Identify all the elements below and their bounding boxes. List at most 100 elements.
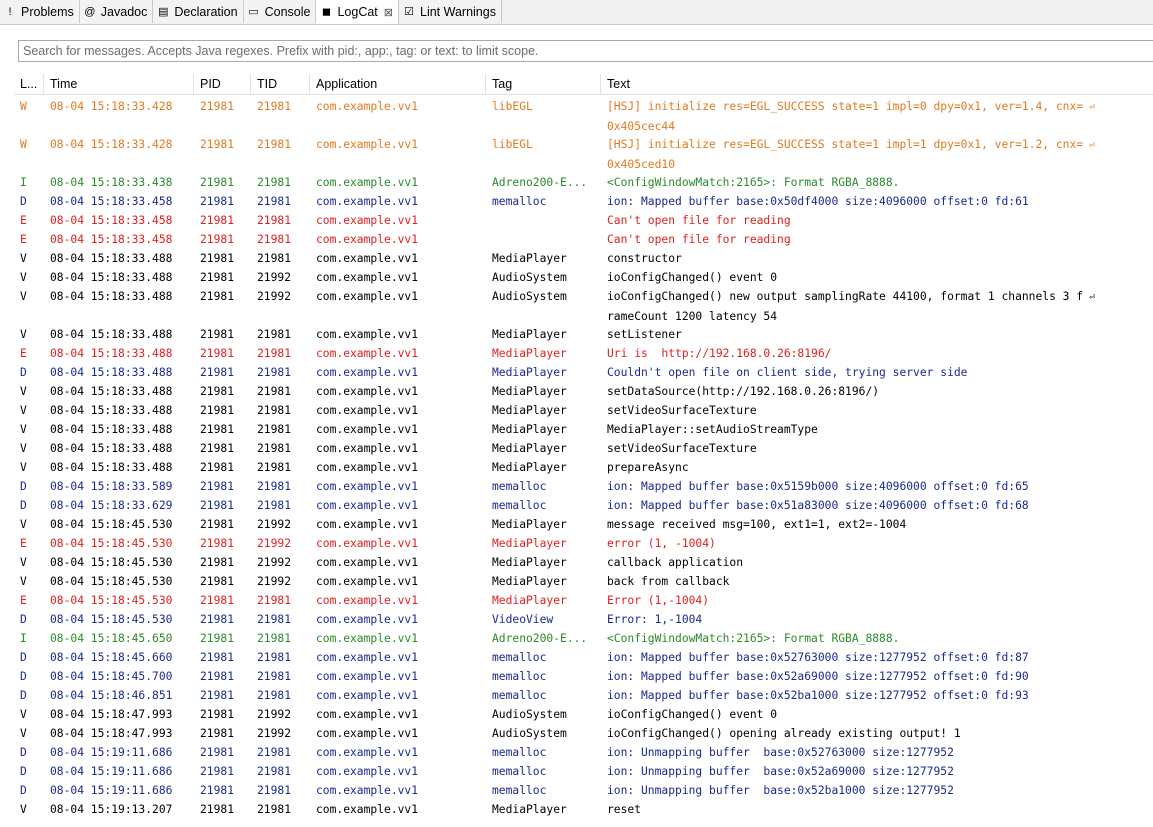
table-row[interactable]: D 08-04 15:18:33.629 21981 21981 com.example…: [14, 496, 1153, 515]
cell-time: 08-04 15:18:33.458: [50, 214, 173, 227]
search-input[interactable]: [18, 40, 1153, 62]
cell-text-line: setVideoSurfaceTexture: [607, 442, 757, 455]
line-wrap-icon: ⏎: [1089, 292, 1096, 303]
cell-time: 08-04 15:18:33.428: [50, 138, 173, 151]
cell-level: D: [20, 765, 27, 778]
table-row[interactable]: E 08-04 15:18:33.458 21981 21981 com.example…: [14, 211, 1153, 230]
cell-tid: 21981: [257, 176, 292, 189]
column-header-tag[interactable]: Tag: [486, 74, 601, 94]
cell-tag: Adreno200-E...: [492, 176, 588, 189]
cell-tag: memalloc: [492, 765, 547, 778]
cell-application: com.example.vv1: [316, 461, 419, 474]
cell-text-line: setVideoSurfaceTexture: [607, 404, 757, 417]
table-row[interactable]: V 08-04 15:18:33.488 21981 21981 com.example…: [14, 458, 1153, 477]
cell-level: D: [20, 366, 27, 379]
cell-application: com.example.vv1: [316, 252, 419, 265]
cell-application: com.example.vv1: [316, 727, 419, 740]
table-row[interactable]: V 08-04 15:18:33.488 21981 21981 com.example…: [14, 382, 1153, 401]
tab-lint-warnings[interactable]: ☑ Lint Warnings: [399, 0, 502, 23]
cell-pid: 21981: [200, 176, 235, 189]
cell-application: com.example.vv1: [316, 328, 419, 341]
table-row[interactable]: V 08-04 15:18:45.530 21981 21992 com.example…: [14, 572, 1153, 591]
cell-time: 08-04 15:19:13.207: [50, 803, 173, 816]
table-row[interactable]: E 08-04 15:18:33.488 21981 21981 com.example…: [14, 344, 1153, 363]
cell-time: 08-04 15:18:33.488: [50, 290, 173, 303]
cell-text: back from callback: [607, 572, 729, 591]
column-header-level[interactable]: L...: [14, 74, 44, 94]
table-row[interactable]: E 08-04 15:18:33.458 21981 21981 com.example…: [14, 230, 1153, 249]
close-icon[interactable]: ⊠: [384, 6, 393, 19]
table-row[interactable]: V 08-04 15:18:33.488 21981 21981 com.example…: [14, 249, 1153, 268]
cell-text-line: Can't open file for reading: [607, 214, 791, 227]
table-row[interactable]: D 08-04 15:18:33.488 21981 21981 com.example…: [14, 363, 1153, 382]
table-row[interactable]: D 08-04 15:19:11.686 21981 21981 com.example…: [14, 743, 1153, 762]
tab-logcat[interactable]: ◼ LogCat ⊠: [316, 0, 399, 24]
table-row[interactable]: V 08-04 15:18:47.993 21981 21992 com.example…: [14, 705, 1153, 724]
table-row[interactable]: V 08-04 15:18:33.488 21981 21981 com.example…: [14, 420, 1153, 439]
column-header-text[interactable]: Text: [601, 74, 1153, 94]
cell-tag: MediaPlayer: [492, 556, 567, 569]
tab-console[interactable]: ▭ Console: [243, 0, 317, 23]
table-row[interactable]: I 08-04 15:18:33.438 21981 21981 com.example…: [14, 173, 1153, 192]
cell-tag: MediaPlayer: [492, 366, 567, 379]
cell-text-line: ioConfigChanged() event 0: [607, 271, 778, 284]
cell-application: com.example.vv1: [316, 499, 419, 512]
column-header-application[interactable]: Application: [310, 74, 486, 94]
javadoc-icon: @: [84, 5, 96, 18]
table-row[interactable]: W 08-04 15:18:33.428 21981 21981 com.example…: [14, 97, 1153, 135]
cell-text-continuation: 0x405cec44: [607, 120, 676, 133]
cell-pid: 21981: [200, 784, 235, 797]
table-row[interactable]: E 08-04 15:18:45.530 21981 21992 com.example…: [14, 534, 1153, 553]
cell-text-line: message received msg=100, ext1=1, ext2=-…: [607, 518, 907, 531]
cell-application: com.example.vv1: [316, 537, 419, 550]
column-header-time[interactable]: Time: [44, 74, 194, 94]
cell-text-line: ion: Mapped buffer base:0x52a69000 size:…: [607, 670, 1029, 683]
table-row[interactable]: V 08-04 15:18:33.488 21981 21992 com.example…: [14, 287, 1153, 325]
column-header-tid[interactable]: TID: [251, 74, 310, 94]
cell-application: com.example.vv1: [316, 575, 419, 588]
cell-tag: MediaPlayer: [492, 252, 567, 265]
table-row[interactable]: V 08-04 15:18:47.993 21981 21992 com.example…: [14, 724, 1153, 743]
table-row[interactable]: D 08-04 15:18:45.700 21981 21981 com.example…: [14, 667, 1153, 686]
table-row[interactable]: D 08-04 15:18:33.589 21981 21981 com.example…: [14, 477, 1153, 496]
table-row[interactable]: V 08-04 15:18:33.488 21981 21981 com.example…: [14, 401, 1153, 420]
cell-tid: 21981: [257, 442, 292, 455]
cell-text: ion: Mapped buffer base:0x5159b000 size:…: [607, 477, 1029, 496]
table-row[interactable]: D 08-04 15:18:33.458 21981 21981 com.example…: [14, 192, 1153, 211]
cell-tag: memalloc: [492, 784, 547, 797]
table-row[interactable]: V 08-04 15:18:45.530 21981 21992 com.example…: [14, 553, 1153, 572]
log-message-table[interactable]: W 08-04 15:18:33.428 21981 21981 com.example…: [14, 97, 1153, 819]
console-icon: ▭: [248, 5, 259, 18]
table-row[interactable]: V 08-04 15:19:13.207 21981 21981 com.example…: [14, 800, 1153, 819]
table-row[interactable]: D 08-04 15:18:46.851 21981 21981 com.example…: [14, 686, 1153, 705]
table-row[interactable]: V 08-04 15:18:45.530 21981 21992 com.example…: [14, 515, 1153, 534]
table-row[interactable]: D 08-04 15:18:45.530 21981 21981 com.example…: [14, 610, 1153, 629]
table-row[interactable]: V 08-04 15:18:33.488 21981 21992 com.example…: [14, 268, 1153, 287]
cell-tag: MediaPlayer: [492, 404, 567, 417]
cell-text-line: ion: Unmapping buffer base:0x52763000 si…: [607, 746, 954, 759]
table-row[interactable]: D 08-04 15:18:45.660 21981 21981 com.example…: [14, 648, 1153, 667]
tab-javadoc[interactable]: @ Javadoc: [79, 0, 154, 23]
table-row[interactable]: D 08-04 15:19:11.686 21981 21981 com.example…: [14, 762, 1153, 781]
table-row[interactable]: D 08-04 15:19:11.686 21981 21981 com.example…: [14, 781, 1153, 800]
cell-tag: libEGL: [492, 138, 533, 151]
cell-text: Error (1,-1004): [607, 591, 709, 610]
cell-level: E: [20, 233, 27, 246]
cell-application: com.example.vv1: [316, 442, 419, 455]
table-row[interactable]: E 08-04 15:18:45.530 21981 21981 com.example…: [14, 591, 1153, 610]
cell-text-continuation: rameCount 1200 latency 54: [607, 310, 778, 323]
table-row[interactable]: V 08-04 15:18:33.488 21981 21981 com.example…: [14, 439, 1153, 458]
cell-text: callback application: [607, 553, 743, 572]
view-tab-bar: ! Problems @ Javadoc ▤ Declaration ▭ Console ◼ Lo…: [0, 0, 1153, 25]
table-row[interactable]: W 08-04 15:18:33.428 21981 21981 com.example…: [14, 135, 1153, 173]
column-header-pid[interactable]: PID: [194, 74, 251, 94]
cell-tag: MediaPlayer: [492, 537, 567, 550]
table-row[interactable]: V 08-04 15:18:33.488 21981 21981 com.example…: [14, 325, 1153, 344]
cell-pid: 21981: [200, 499, 235, 512]
table-row[interactable]: I 08-04 15:18:45.650 21981 21981 com.example…: [14, 629, 1153, 648]
cell-application: com.example.vv1: [316, 138, 419, 151]
cell-pid: 21981: [200, 233, 235, 246]
tab-problems[interactable]: ! Problems: [0, 0, 80, 23]
tab-declaration[interactable]: ▤ Declaration: [153, 0, 244, 23]
cell-time: 08-04 15:18:45.530: [50, 575, 173, 588]
